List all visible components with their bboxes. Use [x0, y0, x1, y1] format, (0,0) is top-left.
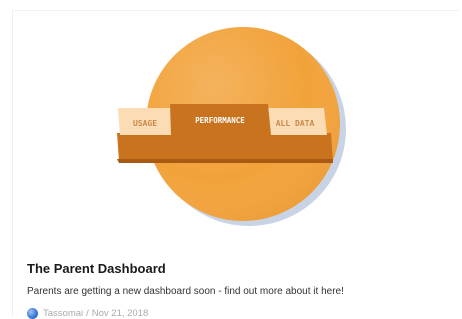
article-description: Parents are getting a new dashboard soon…	[27, 286, 344, 297]
article-title[interactable]: The Parent Dashboard	[27, 261, 166, 276]
tab-all-data[interactable]: ALL DATA	[265, 108, 327, 135]
folder-panel-edge	[117, 159, 333, 163]
article-date: Nov 21, 2018	[91, 308, 149, 319]
tab-performance-label: PERFORMANCE	[195, 116, 245, 125]
article-card[interactable]: USAGE ALL DATA PERFORMANCE The Parent Da…	[12, 10, 459, 319]
article-author[interactable]: Tassomai	[43, 308, 83, 319]
article-meta: Tassomai / Nov 21, 2018	[27, 308, 148, 319]
globe-avatar-icon	[27, 308, 38, 319]
folder-panel	[117, 133, 333, 161]
tab-performance[interactable]: PERFORMANCE	[170, 104, 271, 135]
dashboard-illustration[interactable]: USAGE ALL DATA PERFORMANCE	[13, 11, 459, 233]
tab-all-data-label: ALL DATA	[276, 119, 315, 128]
tab-usage[interactable]: USAGE	[118, 108, 173, 135]
tab-usage-label: USAGE	[133, 119, 157, 128]
meta-separator: /	[86, 308, 89, 319]
